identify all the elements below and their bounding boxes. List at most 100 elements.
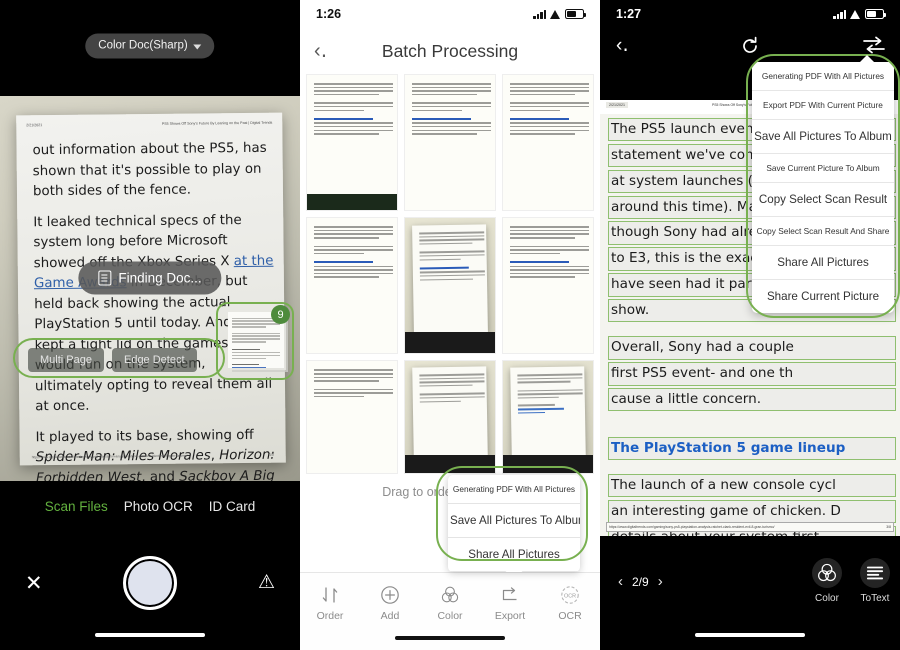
prev-page-button[interactable]: ‹ [618, 574, 623, 589]
tab-scan-files[interactable]: Scan Files [45, 499, 108, 514]
menu-item-generate-pdf-all[interactable]: Generating PDF With All Pictures [752, 62, 894, 91]
action-totext-button[interactable]: ToText [860, 558, 890, 604]
panel-batch-processing: 1:26 ‹․ Batch Processing Drag to order G… [300, 0, 600, 650]
paragraph-1: out information about the PS5, has shown… [32, 140, 267, 200]
grid-cell-9[interactable] [502, 360, 594, 474]
toolbar-add-label: Add [380, 610, 400, 622]
grid-cell-6[interactable] [502, 217, 594, 355]
thumbnail-preview[interactable]: 9 [216, 302, 294, 380]
grid-cell-5[interactable] [404, 217, 496, 355]
ocr-line[interactable]: first PS5 event- and one th [608, 362, 896, 386]
status-time: 1:26 [316, 7, 342, 21]
tab-id-card[interactable]: ID Card [209, 499, 256, 514]
bottom-toolbar: Order Add Color Export OCR OCR [300, 572, 600, 650]
paper-footer-page: 1/8 [269, 452, 274, 457]
svg-text:OCR: OCR [564, 593, 576, 599]
menu-item-generate-pdf-all[interactable]: Generating PDF With All Pictures [448, 475, 580, 504]
export-popup-menu: Generating PDF With All Pictures Save Al… [448, 475, 580, 572]
multi-page-toggle[interactable]: Multi Page [28, 348, 104, 372]
wifi-icon [850, 9, 861, 19]
toolbar-ocr-label: OCR [558, 610, 582, 622]
home-indicator [95, 633, 205, 637]
scan-mode-label: Color Doc(Sharp) [98, 39, 188, 52]
tab-photo-ocr[interactable]: Photo OCR [124, 499, 193, 514]
cellular-signal-icon [833, 9, 846, 19]
to-text-icon [860, 558, 890, 588]
toolbar-ocr-button[interactable]: OCR OCR [540, 573, 600, 650]
menu-item-save-all-to-album[interactable]: Save All Pictures To Album [752, 120, 894, 154]
menu-item-save-all-to-album[interactable]: Save All Pictures To Album [448, 504, 580, 538]
status-bar: 1:27 [600, 0, 900, 28]
chevron-down-icon [193, 44, 202, 49]
color-circles-icon [441, 586, 459, 603]
photo-dark-edge [405, 331, 495, 354]
menu-item-copy-select-scan-result-and-share[interactable]: Copy Select Scan Result And Share [752, 217, 894, 246]
page-indicator: 2/9 [632, 574, 649, 589]
back-arrow-icon[interactable]: ‹․ [616, 36, 629, 55]
cellular-signal-icon [533, 9, 546, 19]
toolbar-color-label: Color [437, 610, 463, 622]
next-page-button[interactable]: › [658, 574, 663, 589]
menu-item-share-current-picture[interactable]: Share Current Picture [752, 280, 894, 313]
ocr-heading[interactable]: The PlayStation 5 game lineup [608, 436, 896, 461]
toolbar-export-label: Export [494, 610, 526, 622]
page-thumbnail-grid [306, 74, 594, 474]
shutter-button[interactable] [123, 556, 177, 610]
panel-ocr-result: 1:27 ‹․ 2/21/2021 PS5 Shows Off Sony's T… [600, 0, 900, 650]
nav-bar: ‹․ Batch Processing [300, 28, 600, 74]
ocr-line[interactable]: Overall, Sony had a couple [608, 336, 896, 360]
status-time: 1:27 [616, 7, 642, 21]
ocr-bottom-bar: ‹ 2/9 › Color ToText [600, 536, 900, 650]
flash-off-icon[interactable]: ⚠ [258, 573, 275, 592]
action-color-button[interactable]: Color [812, 558, 842, 604]
grid-cell-4[interactable] [306, 217, 398, 355]
edge-detect-toggle[interactable]: Edge Detect [111, 348, 197, 372]
photo-page [510, 366, 586, 457]
screenshot-stage: Color Doc(Sharp) 2/21/2021 PS5 Shows Off… [0, 0, 900, 650]
battery-icon [565, 9, 586, 19]
photo-page [412, 224, 488, 334]
action-color-label: Color [815, 593, 839, 604]
plus-circle-icon [381, 586, 399, 604]
refresh-icon[interactable] [739, 35, 761, 62]
doc-footer: https://www.digitaltrends.com/gaming/son… [606, 522, 894, 532]
ocr-line[interactable]: The launch of a new console cycl [608, 473, 896, 498]
camera-option-pills: Multi Page Edge Detect [28, 348, 197, 372]
ocr-line[interactable]: an interesting game of chicken. D [608, 499, 896, 524]
menu-item-copy-select-scan-result[interactable]: Copy Select Scan Result [752, 183, 894, 217]
scan-mode-chip[interactable]: Color Doc(Sharp) [85, 33, 215, 59]
close-icon[interactable]: ✕ [25, 573, 43, 594]
popup-pointer [858, 55, 876, 64]
camera-controls-bar: Scan Files Photo OCR ID Card ✕ ⚠ [0, 481, 300, 650]
finding-doc-label: Finding Doc... [118, 270, 202, 286]
camera-mode-tabs: Scan Files Photo OCR ID Card [0, 499, 300, 514]
home-indicator [395, 636, 505, 640]
menu-item-share-all-pictures[interactable]: Share All Pictures [752, 246, 894, 280]
battery-icon [865, 9, 886, 19]
grid-cell-7[interactable] [306, 360, 398, 474]
grid-cell-3[interactable] [502, 74, 594, 212]
sort-arrows-icon [322, 587, 338, 603]
ocr-line[interactable]: cause a little concern. [608, 387, 896, 412]
grid-cell-1[interactable] [306, 74, 398, 212]
menu-item-save-current-to-album[interactable]: Save Current Picture To Album [752, 154, 894, 183]
paper-header-title: PS5 Shows Off Sony's Future By Leaning o… [161, 120, 273, 126]
panel-camera-scanner: Color Doc(Sharp) 2/21/2021 PS5 Shows Off… [0, 0, 300, 650]
paper-header-date: 2/21/2021 [26, 123, 43, 128]
doc-header-date: 2/21/2021 [606, 102, 628, 108]
back-arrow-icon[interactable]: ‹․ [314, 41, 327, 61]
color-circles-icon [812, 558, 842, 588]
ocr-circle-icon: OCR [561, 586, 579, 604]
menu-item-export-pdf-current[interactable]: Export PDF With Current Picture [752, 91, 894, 120]
grid-cell-8[interactable] [404, 360, 496, 474]
wifi-icon [550, 9, 561, 19]
grid-cell-2[interactable] [404, 74, 496, 212]
toolbar-order-button[interactable]: Order [300, 573, 360, 650]
ocr-line-gap [608, 325, 896, 334]
photo-page [412, 366, 488, 457]
action-totext-label: ToText [860, 593, 890, 604]
ocr-action-buttons: Color ToText [812, 558, 890, 604]
home-indicator [695, 633, 805, 637]
status-icons [533, 9, 586, 19]
finding-doc-toast: Finding Doc... [78, 261, 222, 295]
